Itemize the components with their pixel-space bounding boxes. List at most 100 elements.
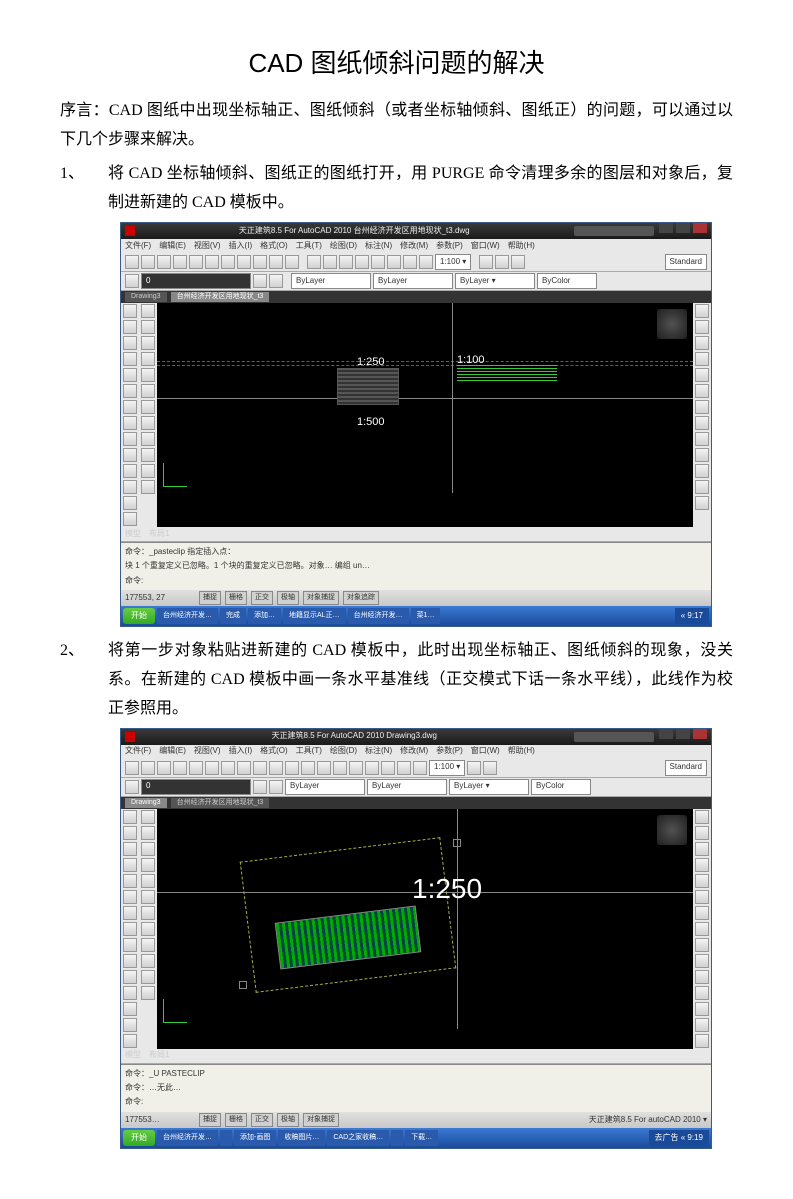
layer-combo[interactable]: 0 — [141, 273, 251, 289]
snap-button[interactable]: 捕捉 — [199, 1113, 221, 1127]
tool-icon[interactable] — [141, 400, 155, 414]
redo-icon[interactable] — [253, 761, 267, 775]
redo-icon[interactable] — [253, 255, 267, 269]
minimize-button[interactable] — [659, 223, 673, 233]
cut-icon[interactable] — [189, 761, 203, 775]
style-combo[interactable]: Standard — [665, 760, 707, 776]
erase-icon[interactable] — [695, 810, 709, 824]
task-item[interactable]: 台州经济开发… — [157, 1130, 218, 1146]
system-tray[interactable]: « 9:17 — [675, 608, 709, 624]
pline-icon[interactable] — [123, 320, 137, 334]
close-button[interactable] — [693, 729, 707, 739]
rect-icon[interactable] — [123, 874, 137, 888]
task-item[interactable]: 收稿图片… — [278, 1130, 325, 1146]
menu-insert[interactable]: 插入(I) — [229, 744, 253, 758]
model-tab[interactable]: 模型 — [125, 527, 141, 541]
stretch-icon[interactable] — [695, 938, 709, 952]
tool-icon[interactable] — [141, 890, 155, 904]
grid-button[interactable]: 栅格 — [225, 1113, 247, 1127]
offset-icon[interactable] — [695, 858, 709, 872]
print-icon[interactable] — [173, 255, 187, 269]
lineweight-combo[interactable]: ByLayer ▾ — [455, 273, 535, 289]
menu-draw[interactable]: 绘图(D) — [330, 744, 357, 758]
line-icon[interactable] — [123, 304, 137, 318]
color-combo[interactable]: ByLayer — [285, 779, 365, 795]
menu-view[interactable]: 视图(V) — [194, 744, 221, 758]
task-item[interactable]: 添加… — [248, 608, 281, 624]
layer-tool-icon[interactable] — [253, 780, 267, 794]
text-icon[interactable] — [123, 400, 137, 414]
menu-dim[interactable]: 标注(N) — [365, 239, 392, 253]
layer-tool-icon[interactable] — [269, 274, 283, 288]
circle-icon[interactable] — [123, 336, 137, 350]
dim-icon[interactable] — [123, 416, 137, 430]
block-icon[interactable] — [123, 432, 137, 446]
tool-icon[interactable] — [141, 810, 155, 824]
tool-icon[interactable] — [141, 906, 155, 920]
polar-button[interactable]: 极轴 — [277, 1113, 299, 1127]
paste-icon[interactable] — [221, 761, 235, 775]
menu-edit[interactable]: 编辑(E) — [159, 744, 186, 758]
menu-param[interactable]: 参数(P) — [436, 239, 463, 253]
rect-icon[interactable] — [123, 368, 137, 382]
dim-icon[interactable] — [123, 922, 137, 936]
tool-icon[interactable] — [141, 826, 155, 840]
hatch-icon[interactable] — [123, 384, 137, 398]
task-item[interactable]: 台州经济开发… — [348, 608, 409, 624]
task-item[interactable] — [391, 1130, 403, 1146]
viewcube-icon[interactable] — [657, 309, 687, 339]
menu-modify[interactable]: 修改(M) — [400, 239, 428, 253]
layout-tab[interactable]: 布局1 — [149, 1048, 169, 1062]
tool-icon[interactable] — [141, 416, 155, 430]
tool-icon[interactable] — [141, 480, 155, 494]
tool-icon[interactable] — [355, 255, 369, 269]
maximize-button[interactable] — [676, 223, 690, 233]
menu-param[interactable]: 参数(P) — [436, 744, 463, 758]
tab-drawing3[interactable]: Drawing3 — [125, 798, 167, 808]
tool-icon[interactable] — [141, 320, 155, 334]
new-icon[interactable] — [125, 255, 139, 269]
close-button[interactable] — [693, 223, 707, 233]
menu-file[interactable]: 文件(F) — [125, 744, 151, 758]
copy-obj-icon[interactable] — [695, 320, 709, 334]
stretch-icon[interactable] — [695, 432, 709, 446]
pan-icon[interactable] — [269, 255, 283, 269]
status-right[interactable]: 天正建筑8.5 For autoCAD 2010 ▾ — [589, 1113, 707, 1127]
table-icon[interactable] — [123, 954, 137, 968]
tool-icon[interactable] — [323, 255, 337, 269]
layer-icon[interactable] — [125, 780, 139, 794]
menu-window[interactable]: 窗口(W) — [471, 744, 500, 758]
text-icon[interactable] — [123, 906, 137, 920]
save-icon[interactable] — [157, 255, 171, 269]
undo-icon[interactable] — [237, 761, 251, 775]
menu-tools[interactable]: 工具(T) — [296, 239, 322, 253]
tool-icon[interactable] — [141, 448, 155, 462]
scale-icon[interactable] — [695, 416, 709, 430]
layer-combo[interactable]: 0 — [141, 779, 251, 795]
new-icon[interactable] — [125, 761, 139, 775]
minimize-button[interactable] — [659, 729, 673, 739]
tool-icon[interactable] — [141, 970, 155, 984]
layer-tool-icon[interactable] — [269, 780, 283, 794]
layer-tool-icon[interactable] — [253, 274, 267, 288]
circle-icon[interactable] — [123, 842, 137, 856]
task-item[interactable]: 添加-画图 — [234, 1130, 276, 1146]
linetype-combo[interactable]: ByLayer — [373, 273, 453, 289]
grip-icon[interactable] — [239, 981, 247, 989]
tool-icon[interactable] — [141, 922, 155, 936]
tool-icon[interactable] — [317, 761, 331, 775]
block-icon[interactable] — [123, 938, 137, 952]
menu-help[interactable]: 帮助(H) — [508, 239, 535, 253]
table-icon[interactable] — [123, 448, 137, 462]
menu-view[interactable]: 视图(V) — [194, 239, 221, 253]
array-icon[interactable] — [695, 874, 709, 888]
ortho-button[interactable]: 正交 — [251, 1113, 273, 1127]
fillet-icon[interactable] — [695, 986, 709, 1000]
line-icon[interactable] — [123, 810, 137, 824]
start-button[interactable]: 开始 — [123, 1130, 155, 1146]
tool-icon[interactable] — [141, 368, 155, 382]
tool-icon[interactable] — [371, 255, 385, 269]
tool-icon[interactable] — [413, 761, 427, 775]
tool-icon[interactable] — [695, 1018, 709, 1032]
point-icon[interactable] — [123, 464, 137, 478]
